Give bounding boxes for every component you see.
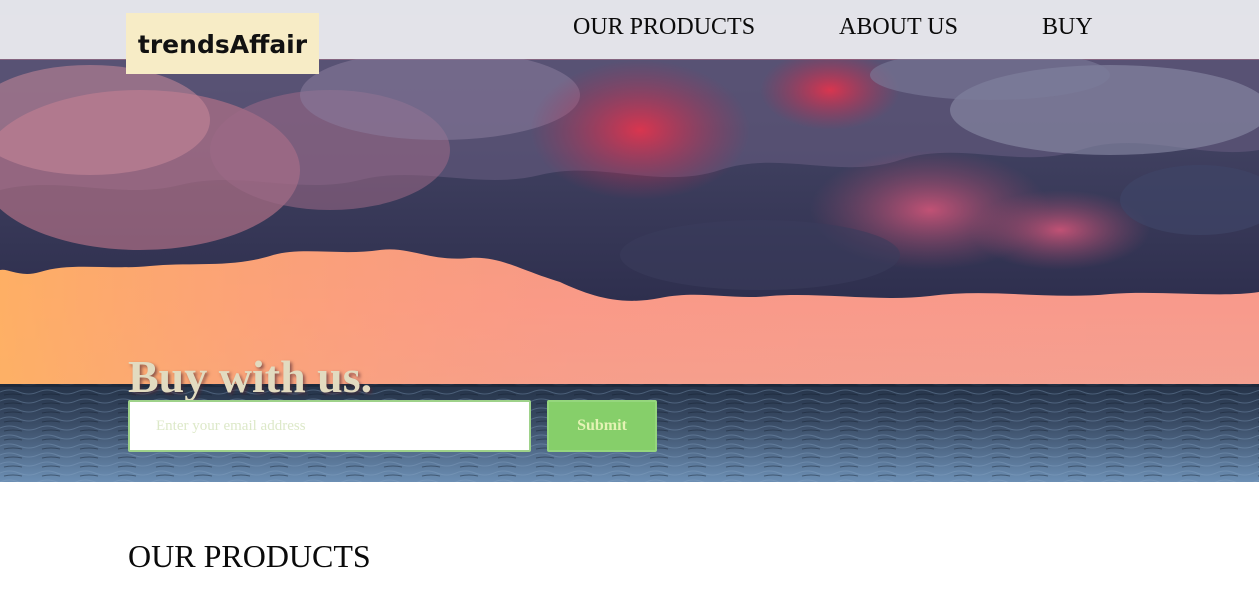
hero-title: Buy with us. <box>128 350 373 402</box>
nav-our-products[interactable]: OUR PRODUCTS <box>573 12 755 42</box>
nav-about-us[interactable]: ABOUT US <box>839 12 958 42</box>
submit-button[interactable]: Submit <box>547 400 657 452</box>
site-logo[interactable]: trendsAffair <box>126 13 319 74</box>
products-heading: OUR PRODUCTS <box>128 538 371 574</box>
nav-buy[interactable]: BUY <box>1042 12 1093 42</box>
page: Buy with us. Submit OUR PRODUCTS ABOUT U… <box>0 0 1259 596</box>
logo-text: trendsAffair <box>137 30 308 59</box>
email-input[interactable] <box>128 400 531 452</box>
